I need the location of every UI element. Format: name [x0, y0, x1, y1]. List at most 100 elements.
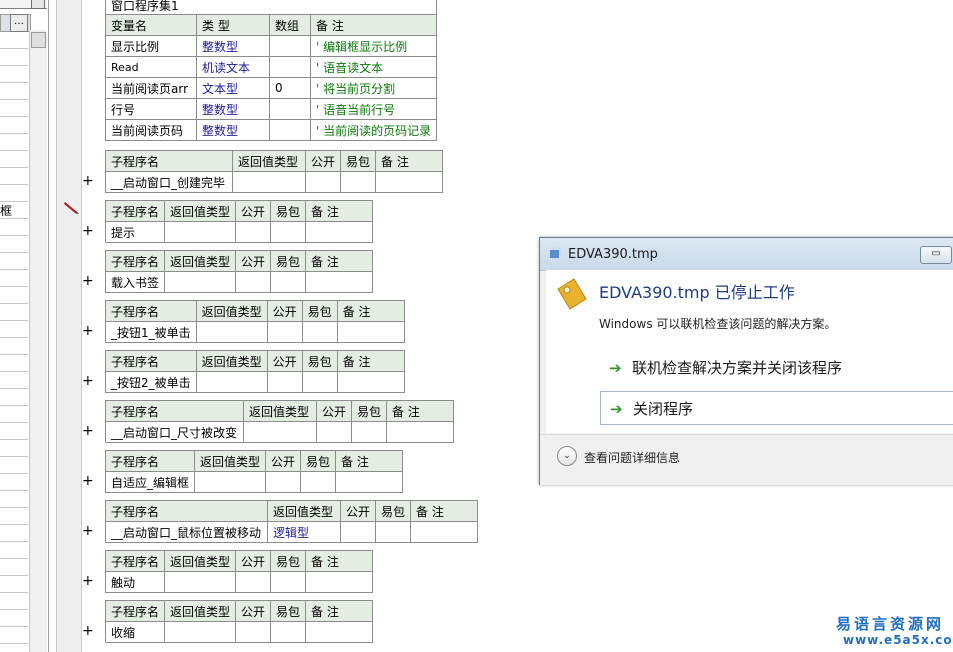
subroutine-easy-pack[interactable]	[270, 221, 307, 243]
subroutine-row[interactable]: _按钮2_被单击	[105, 371, 405, 393]
var-row[interactable]: 行号 整数型 ' 语音当前行号	[105, 98, 438, 120]
expand-toggle[interactable]: +	[82, 474, 94, 488]
var-array[interactable]	[269, 56, 311, 78]
var-type[interactable]: 整数型	[196, 35, 270, 57]
subroutine-row[interactable]: __启动窗口_创建完毕	[105, 171, 444, 193]
var-array[interactable]	[269, 98, 311, 120]
subroutine-row[interactable]: __启动窗口_鼠标位置被移动 逻辑型	[105, 521, 479, 543]
subroutine-remark[interactable]	[375, 171, 444, 193]
subroutine-easy-pack[interactable]	[301, 321, 338, 343]
subroutine-name[interactable]: 触动	[104, 571, 166, 593]
var-remark[interactable]: ' 语音读文本	[309, 56, 438, 78]
subroutine-name[interactable]: _按钮1_被单击	[105, 321, 197, 343]
subroutine-easy-pack[interactable]	[300, 471, 337, 493]
var-array[interactable]: 0	[269, 77, 311, 99]
subroutine-public[interactable]	[304, 171, 342, 193]
subroutine-row[interactable]: 自适应_编辑框	[104, 471, 404, 493]
expand-toggle[interactable]: +	[82, 324, 94, 338]
var-name[interactable]: 行号	[105, 98, 197, 120]
subroutine-return-type[interactable]	[195, 371, 268, 393]
subroutine-public[interactable]	[266, 321, 303, 343]
var-array[interactable]	[269, 35, 311, 57]
subroutine-easy-pack[interactable]	[375, 521, 412, 543]
check-online-option[interactable]: ➔ 联机检查解决方案并关闭该程序	[600, 351, 953, 383]
var-remark[interactable]: ' 将当前页分割	[309, 77, 438, 99]
var-remark[interactable]: ' 编辑框显示比例	[309, 35, 438, 57]
subroutine-remark[interactable]	[305, 221, 374, 243]
subroutine-remark[interactable]	[336, 321, 405, 343]
expand-toggle[interactable]: +	[82, 574, 94, 588]
var-array[interactable]	[269, 119, 311, 141]
var-remark[interactable]: ' 当前阅读的页码记录	[309, 119, 438, 141]
var-name[interactable]: Read	[105, 56, 197, 78]
subroutine-name[interactable]: 载入书签	[104, 271, 166, 293]
subroutine-remark[interactable]	[305, 571, 374, 593]
subroutine-easy-pack[interactable]	[340, 171, 377, 193]
subroutine-remark[interactable]	[305, 271, 374, 293]
expand-toggle[interactable]: +	[82, 624, 94, 638]
subroutine-remark[interactable]	[335, 471, 404, 493]
subroutine-remark[interactable]	[305, 621, 374, 643]
combo-dropdown-button[interactable]	[31, 0, 45, 9]
subroutine-remark[interactable]	[336, 371, 405, 393]
subroutine-name[interactable]: __启动窗口_鼠标位置被移动	[105, 521, 268, 543]
subroutine-easy-pack[interactable]	[301, 371, 338, 393]
subroutine-name[interactable]: 自适应_编辑框	[104, 471, 196, 493]
subroutine-name[interactable]: 收缩	[104, 621, 166, 643]
subroutine-name[interactable]: 提示	[104, 221, 166, 243]
subroutine-easy-pack[interactable]	[270, 621, 307, 643]
var-type[interactable]: 整数型	[196, 119, 270, 141]
var-type[interactable]: 整数型	[196, 98, 270, 120]
left-combo-box[interactable]	[0, 0, 47, 9]
subroutine-public[interactable]	[315, 421, 353, 443]
subroutine-remark[interactable]	[386, 421, 455, 443]
var-remark[interactable]: ' 语音当前行号	[309, 98, 438, 120]
subroutine-return-type[interactable]	[195, 321, 268, 343]
var-row[interactable]: 当前阅读页arr 文本型 0 ' 将当前页分割	[105, 77, 438, 99]
var-name[interactable]: 当前阅读页码	[105, 119, 197, 141]
expand-toggle[interactable]: +	[82, 274, 94, 288]
var-row[interactable]: 显示比例 整数型 ' 编辑框显示比例	[105, 35, 438, 57]
close-program-option[interactable]: ➔ 关闭程序	[600, 391, 953, 425]
var-type[interactable]: 机读文本	[196, 56, 270, 78]
subroutine-return-type[interactable]	[164, 621, 237, 643]
subroutine-easy-pack[interactable]	[270, 271, 307, 293]
subroutine-return-type[interactable]: 逻辑型	[267, 521, 341, 543]
chevron-down-icon[interactable]: ⌄	[557, 446, 577, 466]
left-scrollbar[interactable]	[29, 30, 47, 652]
subroutine-row[interactable]: 收缩	[104, 621, 374, 643]
ellipsis-button[interactable]: …	[10, 14, 28, 32]
expand-toggle[interactable]: +	[82, 174, 94, 188]
subroutine-return-type[interactable]	[194, 471, 267, 493]
var-row[interactable]: Read 机读文本 ' 语音读文本	[105, 56, 438, 78]
left-scrollbar-thumb[interactable]	[31, 32, 46, 48]
subroutine-public[interactable]	[235, 271, 272, 293]
subroutine-public[interactable]	[235, 621, 272, 643]
var-row[interactable]: 当前阅读页码 整数型 ' 当前阅读的页码记录	[105, 119, 438, 141]
subroutine-name[interactable]: __启动窗口_尺寸被改变	[105, 421, 244, 443]
subroutine-row[interactable]: _按钮1_被单击	[105, 321, 405, 343]
subroutine-return-type[interactable]	[164, 271, 237, 293]
subroutine-row[interactable]: 触动	[104, 571, 374, 593]
subroutine-return-type[interactable]	[232, 171, 306, 193]
minimize-button[interactable]: ▭	[920, 246, 952, 264]
subroutine-public[interactable]	[235, 571, 272, 593]
expand-toggle[interactable]: +	[82, 524, 94, 538]
expand-toggle[interactable]: +	[82, 424, 94, 438]
view-details-link[interactable]: 查看问题详细信息	[584, 449, 680, 466]
var-name[interactable]: 显示比例	[105, 35, 197, 57]
subroutine-public[interactable]	[266, 371, 303, 393]
subroutine-easy-pack[interactable]	[351, 421, 388, 443]
subroutine-public[interactable]	[235, 221, 272, 243]
subroutine-name[interactable]: _按钮2_被单击	[105, 371, 197, 393]
subroutine-row[interactable]: __启动窗口_尺寸被改变	[105, 421, 455, 443]
subroutine-public[interactable]	[339, 521, 377, 543]
subroutine-return-type[interactable]	[164, 221, 237, 243]
subroutine-remark[interactable]	[410, 521, 479, 543]
subroutine-row[interactable]: 提示	[104, 221, 374, 243]
expand-toggle[interactable]: +	[82, 224, 94, 238]
subroutine-public[interactable]	[265, 471, 302, 493]
subroutine-return-type[interactable]	[164, 571, 237, 593]
var-type[interactable]: 文本型	[196, 77, 270, 99]
subroutine-easy-pack[interactable]	[270, 571, 307, 593]
